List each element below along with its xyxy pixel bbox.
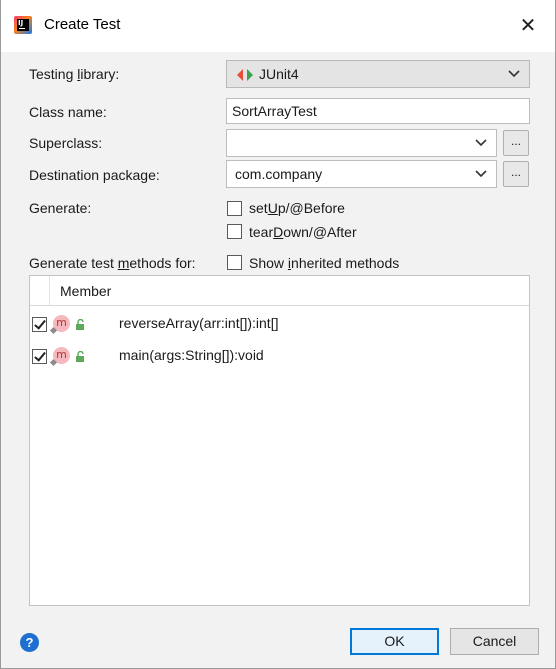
- table-header: Member: [30, 276, 529, 306]
- superclass-combo[interactable]: [226, 129, 497, 157]
- chevron-down-icon: [475, 139, 487, 147]
- help-icon[interactable]: ?: [20, 633, 39, 652]
- method-icon: m: [49, 347, 70, 367]
- teardown-after-checkbox[interactable]: [227, 224, 242, 239]
- table-row[interactable]: m main(args:String[]):void: [30, 340, 529, 372]
- class-name-input[interactable]: SortArrayTest: [226, 98, 530, 124]
- destination-package-combo[interactable]: com.company: [226, 160, 497, 188]
- member-column-header[interactable]: Member: [60, 283, 111, 299]
- testing-library-label: Testing library:: [29, 66, 120, 82]
- row-checkbox[interactable]: [32, 349, 47, 364]
- members-table: Member m reverseArray(arr:int[]):int[] m…: [29, 275, 530, 606]
- destination-package-label: Destination package:: [29, 167, 160, 183]
- superclass-label: Superclass:: [29, 135, 103, 151]
- show-inherited-checkbox[interactable]: [227, 255, 242, 270]
- title-bar: IJ Create Test ✕: [1, 0, 555, 52]
- show-inherited-label: Show inherited methods: [249, 255, 400, 271]
- lock-open-icon: [76, 351, 84, 362]
- intellij-app-icon: IJ: [14, 16, 32, 34]
- destination-package-browse-button[interactable]: ...: [503, 161, 529, 187]
- dialog-title: Create Test: [44, 16, 121, 33]
- ok-button[interactable]: OK: [350, 628, 439, 655]
- setup-before-checkbox[interactable]: [227, 201, 242, 216]
- class-name-label: Class name:: [29, 104, 107, 120]
- generate-label: Generate:: [29, 200, 92, 216]
- cancel-button[interactable]: Cancel: [450, 628, 539, 655]
- chevron-down-icon: [475, 170, 487, 178]
- setup-before-label: setUp/@Before: [249, 200, 345, 216]
- method-signature: main(args:String[]):void: [119, 347, 264, 363]
- generate-methods-label: Generate test methods for:: [29, 255, 196, 271]
- method-icon: m: [49, 315, 70, 335]
- superclass-browse-button[interactable]: ...: [503, 130, 529, 156]
- chevron-down-icon: [508, 70, 520, 78]
- row-checkbox[interactable]: [32, 317, 47, 332]
- method-signature: reverseArray(arr:int[]):int[]: [119, 315, 279, 331]
- lock-open-icon: [76, 319, 84, 330]
- testing-library-value: JUnit4: [259, 66, 299, 82]
- teardown-after-label: tearDown/@After: [249, 224, 357, 240]
- table-row[interactable]: m reverseArray(arr:int[]):int[]: [30, 308, 529, 340]
- junit-icon: [237, 69, 253, 81]
- close-icon[interactable]: ✕: [517, 14, 539, 36]
- create-test-dialog: IJ Create Test ✕ Testing library: JUnit4…: [0, 0, 556, 669]
- testing-library-select[interactable]: JUnit4: [226, 60, 530, 88]
